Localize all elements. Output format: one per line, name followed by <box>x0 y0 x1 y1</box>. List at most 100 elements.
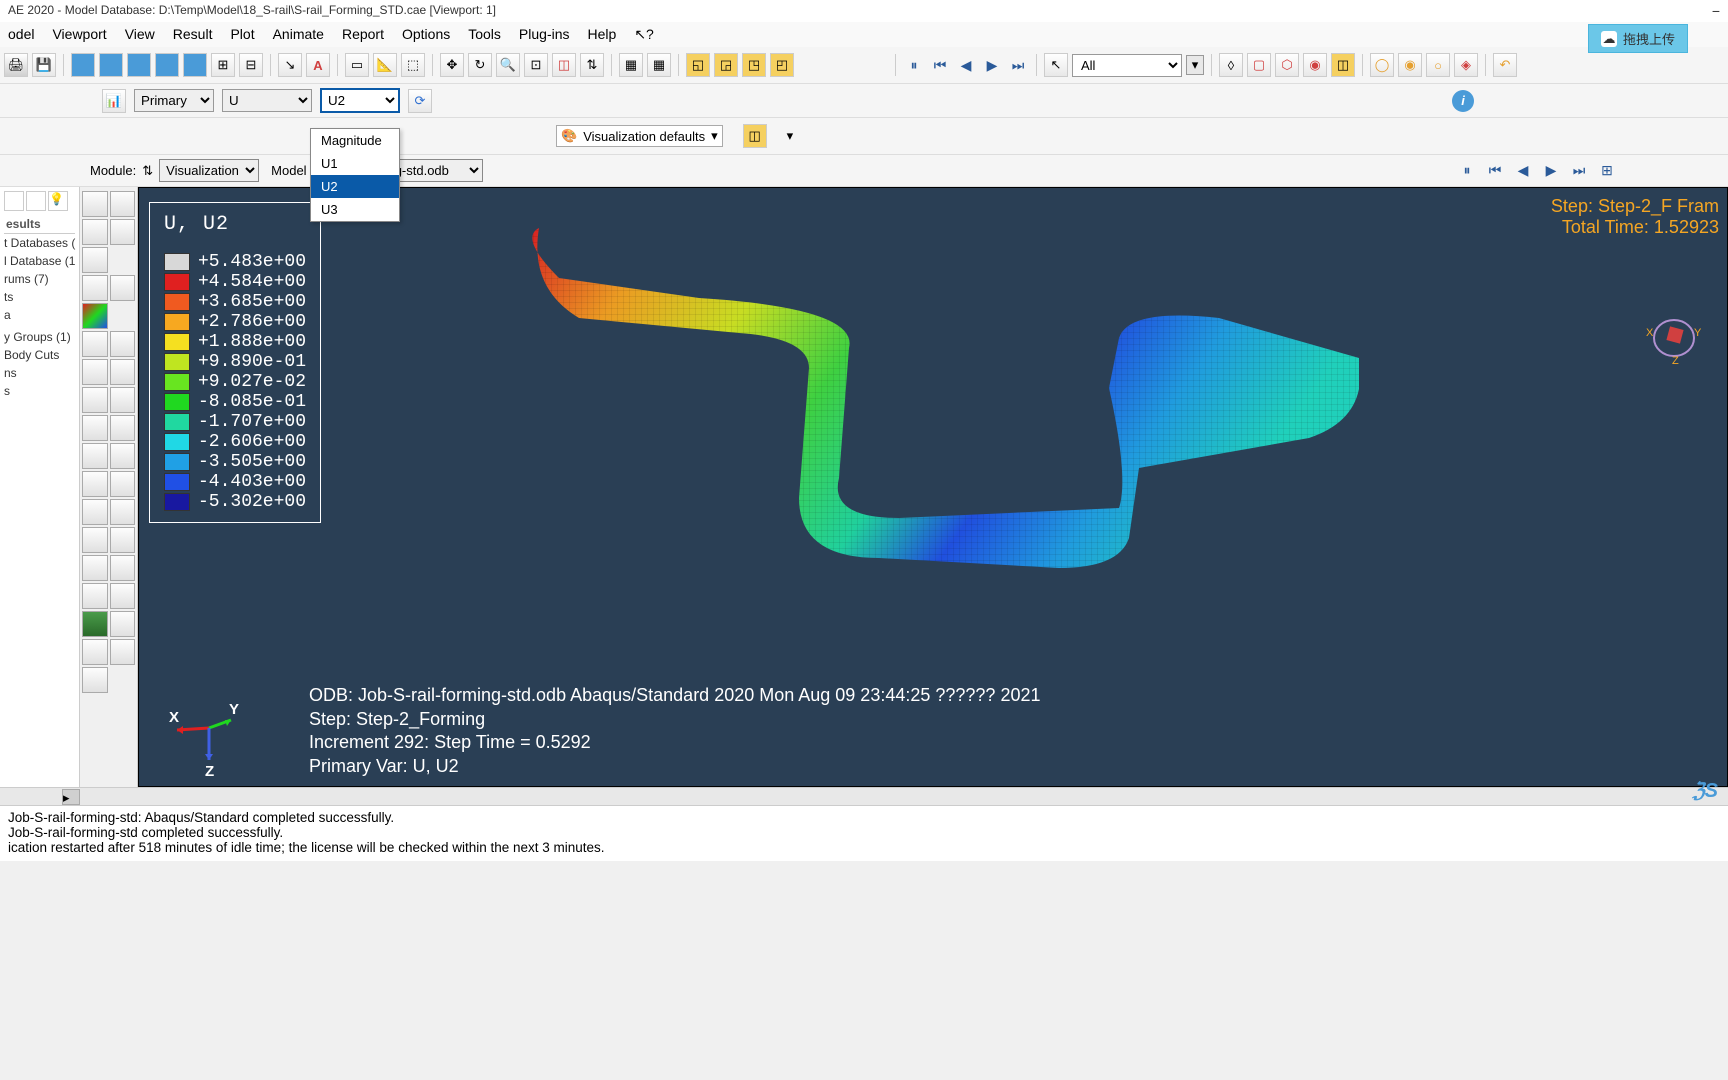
tp-16[interactable] <box>110 415 136 441</box>
menu-result[interactable]: Result <box>173 26 213 43</box>
tp-5[interactable] <box>82 247 108 273</box>
tree-item-2[interactable]: rums (7) <box>4 270 75 288</box>
box2-icon[interactable]: ◲ <box>714 53 738 77</box>
tp-31[interactable] <box>82 639 108 665</box>
view6-icon[interactable]: ⊞ <box>211 53 235 77</box>
minimize-btn[interactable]: − <box>1712 3 1720 19</box>
tp-10[interactable] <box>110 331 136 357</box>
tp-11[interactable] <box>82 359 108 385</box>
dd-u1[interactable]: U1 <box>311 152 399 175</box>
frame-icon[interactable]: 📐 <box>373 53 397 77</box>
menu-viewport[interactable]: Viewport <box>52 26 106 43</box>
tree-tb3[interactable]: 💡 <box>48 191 68 211</box>
primary-select[interactable]: Primary <box>134 89 214 112</box>
tree-item-9[interactable]: s <box>4 382 75 400</box>
tp-7[interactable] <box>110 275 136 301</box>
fit-icon[interactable]: ◫ <box>552 53 576 77</box>
box3-icon[interactable]: ◳ <box>742 53 766 77</box>
menu-report[interactable]: Report <box>342 26 384 43</box>
tree-item-1[interactable]: l Database (1 <box>4 252 75 270</box>
box1-icon[interactable]: ◱ <box>686 53 710 77</box>
tp-27[interactable] <box>82 583 108 609</box>
persp1-icon[interactable]: ▦ <box>619 53 643 77</box>
tree-item-6[interactable]: y Groups (1) <box>4 328 75 346</box>
menu-tools[interactable]: Tools <box>468 26 501 43</box>
sel2-icon[interactable]: ▢ <box>1247 53 1271 77</box>
view1-icon[interactable] <box>71 53 95 77</box>
view3-icon[interactable] <box>127 53 151 77</box>
rotate-icon[interactable]: ↻ <box>468 53 492 77</box>
filter-dd-icon[interactable]: ▾ <box>1186 55 1204 75</box>
save-icon[interactable]: 💾 <box>32 53 56 77</box>
menu-help[interactable]: Help <box>588 26 617 43</box>
last-icon[interactable]: ⏭ <box>1007 54 1029 76</box>
tp-29[interactable] <box>82 611 108 637</box>
field-icon[interactable]: 📊 <box>102 89 126 113</box>
tp-23[interactable] <box>82 527 108 553</box>
tp-13[interactable] <box>82 387 108 413</box>
persp2-icon[interactable]: ▦ <box>647 53 671 77</box>
circ1-icon[interactable]: ◯ <box>1370 53 1394 77</box>
tp-20[interactable] <box>110 471 136 497</box>
sel4-icon[interactable]: ◉ <box>1303 53 1327 77</box>
menu-animate[interactable]: Animate <box>273 26 324 43</box>
pan-icon[interactable]: ✥ <box>440 53 464 77</box>
menu-options[interactable]: Options <box>402 26 450 43</box>
tp-1[interactable] <box>82 191 108 217</box>
pointer-icon[interactable]: ↖ <box>1044 53 1068 77</box>
tree-item-3[interactable]: ts <box>4 288 75 306</box>
pb-pause-icon[interactable]: ⏸ <box>1456 160 1478 182</box>
pb-last-icon[interactable]: ⏭ <box>1568 160 1590 182</box>
view5-icon[interactable] <box>183 53 207 77</box>
prev-icon[interactable]: ◀ <box>955 54 977 76</box>
filter-select[interactable]: All <box>1072 54 1182 77</box>
variable-select[interactable]: U <box>222 89 312 112</box>
pause-icon[interactable]: ⏸ <box>903 54 925 76</box>
circ3-icon[interactable]: ○ <box>1426 53 1450 77</box>
frame2-icon[interactable]: ⬚ <box>401 53 425 77</box>
tree-tb2[interactable] <box>26 191 46 211</box>
tree-item-4[interactable]: a <box>4 306 75 324</box>
print-icon[interactable]: 🖨 <box>4 53 28 77</box>
view2-icon[interactable] <box>99 53 123 77</box>
undo-icon[interactable]: ↶ <box>1493 53 1517 77</box>
viewport[interactable]: U, U2 +5.483e+00+4.584e+00+3.685e+00+2.7… <box>138 187 1728 787</box>
tp-12[interactable] <box>110 359 136 385</box>
viz-box-icon[interactable]: ◫ <box>743 124 767 148</box>
next-icon[interactable]: ▶ <box>981 54 1003 76</box>
pb-next-icon[interactable]: ▶ <box>1540 160 1562 182</box>
menu-whatsthis[interactable]: ↖? <box>634 26 654 43</box>
menu-model[interactable]: odel <box>8 26 34 43</box>
tp-24[interactable] <box>110 527 136 553</box>
module-select[interactable]: Visualization <box>159 159 259 182</box>
view4-icon[interactable] <box>155 53 179 77</box>
tp-21[interactable] <box>82 499 108 525</box>
sel5-icon[interactable]: ◫ <box>1331 53 1355 77</box>
menu-plot[interactable]: Plot <box>230 26 254 43</box>
menu-plugins[interactable]: Plug-ins <box>519 26 570 43</box>
tp-3[interactable] <box>82 219 108 245</box>
refresh-icon[interactable]: ⟳ <box>408 89 432 113</box>
tree-item-0[interactable]: t Databases ( <box>4 234 75 252</box>
pb-prev-icon[interactable]: ◀ <box>1512 160 1534 182</box>
circ2-icon[interactable]: ◉ <box>1398 53 1422 77</box>
pb-first-icon[interactable]: ⏮ <box>1484 160 1506 182</box>
annot-icon[interactable]: A <box>306 53 330 77</box>
dd-magnitude[interactable]: Magnitude <box>311 129 399 152</box>
zoomwin-icon[interactable]: ⊡ <box>524 53 548 77</box>
tp-18[interactable] <box>110 443 136 469</box>
dd2-icon[interactable]: ▾ <box>787 128 794 144</box>
tp-22[interactable] <box>110 499 136 525</box>
tp-30[interactable] <box>110 611 136 637</box>
tp-32[interactable] <box>110 639 136 665</box>
tree-item-8[interactable]: ns <box>4 364 75 382</box>
cycle-icon[interactable]: ⇅ <box>580 53 604 77</box>
upload-button[interactable]: ☁ 拖拽上传 <box>1588 24 1688 53</box>
tp-6[interactable] <box>82 275 108 301</box>
component-select[interactable]: U2 <box>320 88 400 113</box>
tree-item-7[interactable]: Body Cuts <box>4 346 75 364</box>
tp-26[interactable] <box>110 555 136 581</box>
dd-u2[interactable]: U2 <box>311 175 399 198</box>
tp-15[interactable] <box>82 415 108 441</box>
tp-8[interactable] <box>82 303 108 329</box>
